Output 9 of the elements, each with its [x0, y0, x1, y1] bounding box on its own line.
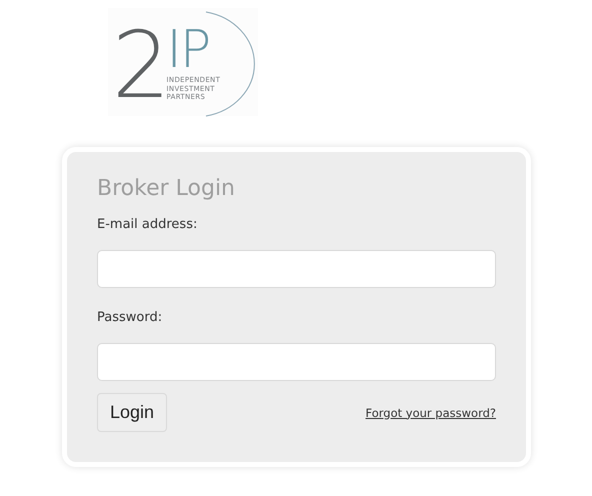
login-title: Broker Login: [97, 176, 236, 201]
logo-letters: IP: [166, 24, 210, 76]
input-field[interactable]: [97, 250, 496, 288]
forgot-password-link[interactable]: Forgot your password?: [366, 406, 496, 420]
logo-numeral: 2: [112, 20, 167, 112]
field-label: E-mail address:: [97, 217, 198, 232]
login-button[interactable]: Login: [97, 393, 168, 432]
input-field[interactable]: [97, 343, 496, 381]
field-label: Password:: [97, 310, 164, 325]
